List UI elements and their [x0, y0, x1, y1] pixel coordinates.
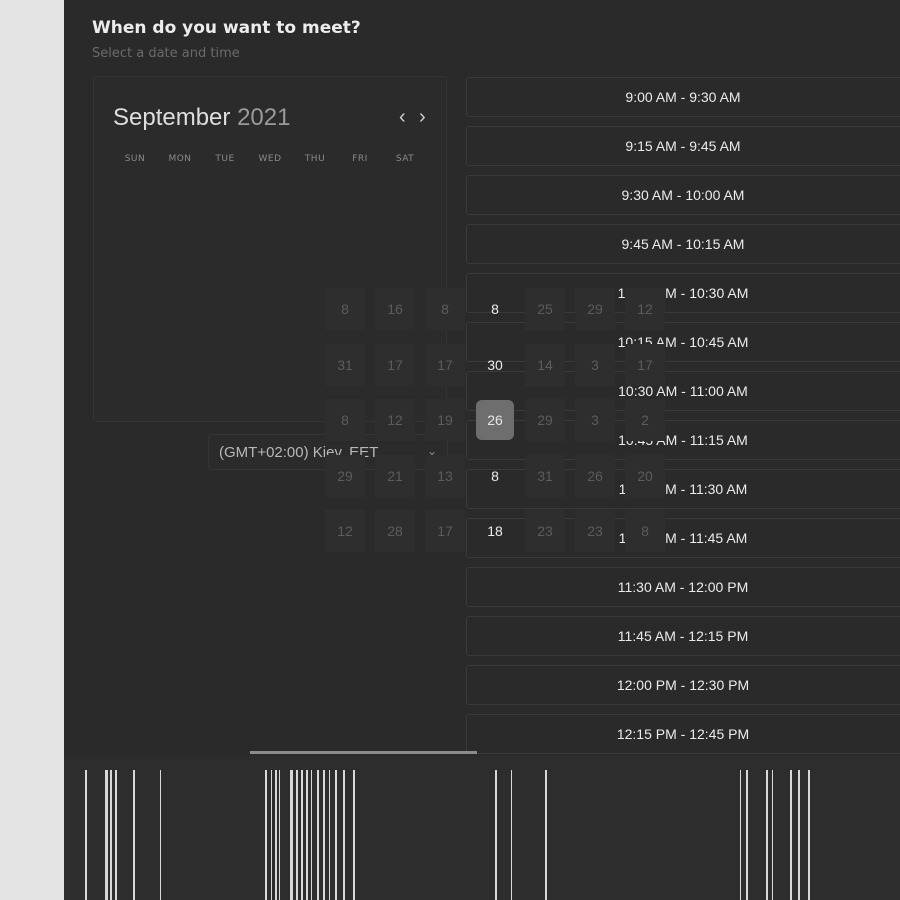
- calendar-day[interactable]: 2: [625, 399, 665, 441]
- weekday-sun: SUN: [124, 154, 146, 164]
- calendar-day[interactable]: 30: [475, 344, 515, 386]
- time-slot-label: 9:15 AM - 9:45 AM: [625, 138, 741, 154]
- weekday-mon: MON: [168, 154, 192, 164]
- calendar-day[interactable]: 17: [625, 343, 665, 386]
- calendar-day[interactable]: 17: [425, 343, 465, 386]
- calendar-day[interactable]: 3: [575, 343, 615, 386]
- progress-indicator: [250, 751, 477, 754]
- time-slot-label: 9:00 AM - 9:30 AM: [625, 89, 741, 105]
- time-slot-button[interactable]: 11:30 AM - 12:00 PM: [466, 567, 900, 607]
- calendar-day[interactable]: 25: [525, 288, 565, 330]
- calendar-month-title: September 2021: [113, 104, 290, 132]
- calendar-day[interactable]: 20: [625, 454, 665, 497]
- calendar-day[interactable]: 8: [325, 399, 365, 441]
- calendar-day[interactable]: 8: [425, 288, 465, 330]
- time-slot-button[interactable]: 12:00 PM - 12:30 PM: [466, 665, 900, 705]
- weekday-fri: FRI: [352, 154, 368, 164]
- month-label: September: [113, 104, 231, 131]
- footer-step-details[interactable]: [85, 770, 165, 900]
- footer-step-date-time[interactable]: [265, 770, 365, 900]
- calendar-day[interactable]: 8: [475, 455, 515, 497]
- calendar-day-selected[interactable]: 26: [476, 400, 514, 440]
- calendar-day[interactable]: 26: [575, 454, 615, 497]
- calendar-day[interactable]: 17: [425, 510, 465, 552]
- calendar-day[interactable]: 13: [425, 454, 465, 497]
- calendar-day[interactable]: 8: [475, 288, 515, 330]
- weekday-tue: TUE: [215, 154, 235, 164]
- calendar-day[interactable]: 31: [525, 454, 565, 497]
- calendar-day[interactable]: 17: [375, 343, 415, 386]
- chevron-left-icon[interactable]: ‹: [399, 106, 406, 129]
- time-slot-label: 12:00 PM - 12:30 PM: [616, 677, 750, 693]
- calendar-day[interactable]: 21: [375, 454, 415, 497]
- calendar-day[interactable]: 16: [375, 288, 415, 330]
- calendar-day[interactable]: 28: [375, 510, 415, 552]
- page-title: When do you want to meet?: [92, 18, 361, 38]
- time-slot-button[interactable]: 9:00 AM - 9:30 AM: [466, 77, 900, 117]
- calendar-day[interactable]: 8: [625, 510, 665, 552]
- time-slot-label: 9:45 AM - 10:15 AM: [621, 236, 745, 252]
- calendar-day[interactable]: 23: [575, 510, 615, 552]
- time-slot-label: 11:30 AM - 12:00 PM: [617, 579, 749, 595]
- calendar-day[interactable]: 19: [425, 399, 465, 441]
- footer-next-button[interactable]: [740, 770, 820, 900]
- footer-divider-lines: [495, 770, 555, 900]
- calendar-day[interactable]: 3: [575, 399, 615, 441]
- weekday-thu: THU: [304, 154, 326, 164]
- calendar-day[interactable]: 8: [325, 288, 365, 330]
- time-slot-button[interactable]: 9:45 AM - 10:15 AM: [466, 224, 900, 264]
- calendar-day[interactable]: 29: [525, 399, 565, 441]
- calendar-day[interactable]: 12: [625, 288, 665, 330]
- weekday-wed: WED: [258, 154, 282, 164]
- calendar-day[interactable]: 14: [525, 343, 565, 386]
- time-slot-button[interactable]: 11:45 AM - 12:15 PM: [466, 616, 900, 656]
- time-slot-button[interactable]: 12:15 PM - 12:45 PM: [466, 714, 900, 754]
- time-slot-label: 11:45 AM - 12:15 PM: [617, 628, 749, 644]
- chevron-right-icon[interactable]: ›: [419, 106, 426, 129]
- calendar-day[interactable]: 29: [325, 454, 365, 497]
- time-slot-button[interactable]: 9:15 AM - 9:45 AM: [466, 126, 900, 166]
- calendar-day[interactable]: 12: [325, 510, 365, 552]
- time-slot-label: 9:30 AM - 10:00 AM: [621, 187, 745, 203]
- calendar-day[interactable]: 12: [375, 399, 415, 441]
- calendar-day[interactable]: 18: [475, 510, 515, 552]
- time-slot-label: 12:15 PM - 12:45 PM: [616, 726, 750, 742]
- calendar-day[interactable]: 29: [575, 288, 615, 330]
- calendar-day[interactable]: 31: [325, 343, 365, 386]
- year-label: 2021: [237, 104, 291, 131]
- weekday-sat: SAT: [395, 154, 415, 164]
- time-slot-button[interactable]: 9:30 AM - 10:00 AM: [466, 175, 900, 215]
- page-subtitle: Select a date and time: [92, 46, 240, 61]
- calendar-day[interactable]: 23: [525, 510, 565, 552]
